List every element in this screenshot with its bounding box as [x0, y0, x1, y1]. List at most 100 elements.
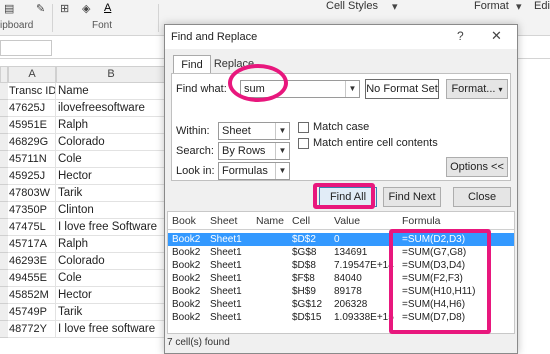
row-header[interactable] [0, 270, 8, 287]
within-select[interactable]: Sheet ▼ [218, 122, 290, 140]
chevron-down-icon[interactable]: ▼ [275, 163, 289, 179]
search-label: Search: [176, 145, 214, 157]
cell-a[interactable]: 47350P [8, 202, 56, 219]
result-sheet: Sheet1 [210, 234, 242, 245]
help-icon[interactable]: ? [457, 29, 464, 43]
format-ribbon-button[interactable]: Format [474, 0, 509, 12]
match-entire-checkbox[interactable] [298, 138, 309, 149]
cell-a[interactable]: 49455E [8, 270, 56, 287]
cell-a[interactable]: 45852M [8, 287, 56, 304]
cell-b[interactable]: Hector [56, 168, 166, 185]
cell-a[interactable]: 47625J [8, 100, 56, 117]
cell-b[interactable]: Ralph [56, 117, 166, 134]
cell-a[interactable]: 45749P [8, 304, 56, 321]
cell-a[interactable]: 46293E [8, 253, 56, 270]
chevron-down-icon: ▾ [516, 1, 522, 13]
fill-color-icon[interactable]: ◈ [82, 2, 90, 15]
close-button[interactable]: Close [453, 187, 511, 207]
look-in-select[interactable]: Formulas ▼ [218, 162, 290, 180]
row-header[interactable] [0, 287, 8, 304]
column-header-book[interactable]: Book [172, 215, 196, 227]
row-header[interactable] [0, 321, 8, 338]
font-color-icon[interactable]: A [104, 2, 111, 14]
select-all-corner[interactable] [0, 66, 8, 83]
cell-b[interactable]: Ralph [56, 236, 166, 253]
column-header-b[interactable]: B [56, 66, 166, 83]
cell-b[interactable]: Colorado [56, 134, 166, 151]
look-in-value: Formulas [222, 165, 268, 177]
column-header-formula[interactable]: Formula [402, 215, 441, 227]
format-painter-icon[interactable]: ✎ [36, 2, 45, 15]
find-what-label: Find what: [176, 83, 227, 95]
cell-a[interactable]: 46829G [8, 134, 56, 151]
chevron-down-icon[interactable]: ▼ [275, 143, 289, 159]
column-header-name[interactable]: Name [256, 215, 284, 227]
column-header-value[interactable]: Value [334, 215, 360, 227]
format-button[interactable]: Format... ▾ [446, 79, 508, 99]
result-book: Book2 [172, 260, 201, 271]
search-select[interactable]: By Rows ▼ [218, 142, 290, 160]
cell-a[interactable]: 47803W [8, 185, 56, 202]
row-header[interactable] [0, 236, 8, 253]
cell-b[interactable]: I love free software [56, 321, 166, 338]
row-header[interactable] [0, 151, 8, 168]
result-book: Book2 [172, 299, 201, 310]
cell-b[interactable]: Tarik [56, 304, 166, 321]
within-label: Within: [176, 125, 210, 137]
cell-a[interactable]: Transc ID [8, 83, 56, 100]
row-header[interactable] [0, 304, 8, 321]
find-next-button[interactable]: Find Next [383, 187, 441, 207]
cell-a[interactable]: 48772Y [8, 321, 56, 338]
result-cell: $H$9 [292, 286, 316, 297]
match-case-label: Match case [313, 121, 370, 133]
row-header[interactable] [0, 219, 8, 236]
match-case-checkbox[interactable] [298, 122, 309, 133]
cell-b[interactable]: Cole [56, 270, 166, 287]
column-header-cell[interactable]: Cell [292, 215, 310, 227]
row-header[interactable] [0, 185, 8, 202]
close-icon[interactable]: ✕ [491, 28, 502, 44]
column-header-sheet[interactable]: Sheet [210, 215, 237, 227]
column-header-a[interactable]: A [8, 66, 56, 83]
options-button[interactable]: Options << [446, 157, 508, 177]
cell-a[interactable]: 45717A [8, 236, 56, 253]
edit-group-label: Edi [534, 0, 550, 12]
borders-icon[interactable]: ⊞ [60, 2, 69, 15]
name-box[interactable] [0, 40, 52, 56]
result-value: 7.19547E+14 [334, 260, 394, 271]
cell-a[interactable]: 47475L [8, 219, 56, 236]
row-header[interactable] [0, 253, 8, 270]
within-value: Sheet [222, 125, 251, 137]
dialog-title: Find and Replace [171, 31, 258, 43]
row-header[interactable] [0, 134, 8, 151]
cell-a[interactable]: 45925J [8, 168, 56, 185]
result-book: Book2 [172, 234, 201, 245]
cell-b[interactable]: Name [56, 83, 166, 100]
row-header[interactable] [0, 168, 8, 185]
clipboard-group-label: ipboard [0, 20, 34, 31]
chevron-down-icon[interactable]: ▼ [275, 123, 289, 139]
tab-find[interactable]: Find [173, 55, 211, 75]
row-header[interactable] [0, 100, 8, 117]
cell-b[interactable]: Clinton [56, 202, 166, 219]
cell-styles-button[interactable]: Cell Styles [326, 0, 378, 12]
paste-icon[interactable]: ▤ [4, 2, 14, 15]
cell-b[interactable]: Hector [56, 287, 166, 304]
result-book: Book2 [172, 273, 201, 284]
cell-b[interactable]: Tarik [56, 185, 166, 202]
cell-a[interactable]: 45951E [8, 117, 56, 134]
cell-b[interactable]: I love free Software [56, 219, 166, 236]
cell-b[interactable]: Colorado [56, 253, 166, 270]
row-header[interactable] [0, 117, 8, 134]
cell-b[interactable]: Cole [56, 151, 166, 168]
cell-b[interactable]: ilovefreesoftware [56, 100, 166, 117]
row-header[interactable] [0, 83, 8, 100]
result-value: 1.09338E+15 [334, 312, 394, 323]
result-book: Book2 [172, 286, 201, 297]
no-format-set-indicator: No Format Set [365, 79, 439, 99]
dialog-titlebar[interactable]: Find and Replace ? ✕ [165, 25, 517, 49]
chevron-down-icon: ▾ [498, 85, 503, 94]
chevron-down-icon[interactable]: ▼ [345, 81, 359, 97]
row-header[interactable] [0, 202, 8, 219]
cell-a[interactable]: 45711N [8, 151, 56, 168]
